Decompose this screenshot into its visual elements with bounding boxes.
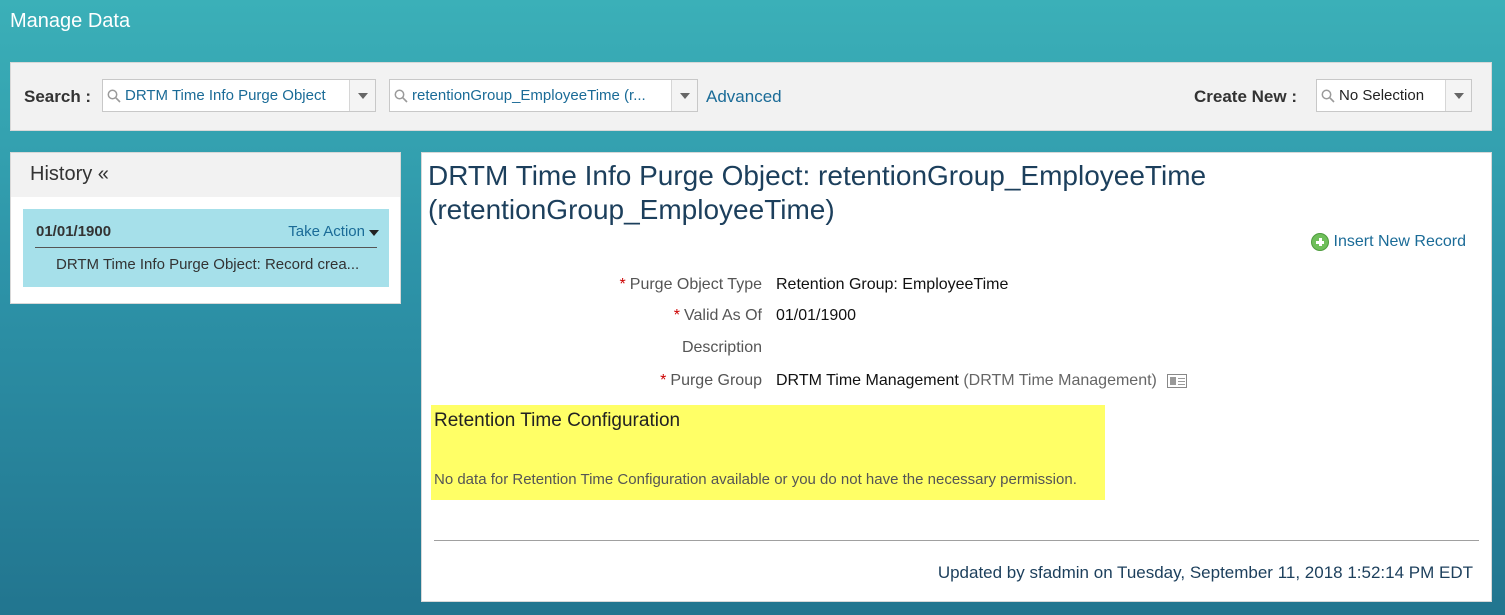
object-type-combobox[interactable]: DRTM Time Info Purge Object	[102, 79, 376, 112]
chevron-down-icon[interactable]	[349, 80, 375, 111]
history-header[interactable]: History «	[11, 153, 400, 197]
field-label: Description	[681, 339, 762, 356]
history-description: DRTM Time Info Purge Object: Record crea…	[56, 256, 360, 273]
history-date: 01/01/1900	[36, 223, 112, 240]
insert-new-record-label[interactable]: Insert New Record	[1334, 233, 1467, 251]
magnifier-icon	[1317, 80, 1339, 111]
magnifier-icon	[103, 80, 125, 111]
record-title: DRTM Time Info Purge Object: retentionGr…	[428, 160, 1207, 225]
field-label: * Valid As Of	[673, 307, 762, 324]
field-valid-as-of: * Valid As Of	[422, 307, 762, 329]
chevron-down-icon[interactable]	[671, 80, 697, 111]
take-action-label[interactable]: Take Action	[288, 223, 365, 240]
required-marker: *	[660, 372, 667, 389]
advanced-search-link[interactable]: Advanced	[706, 87, 782, 107]
object-combobox[interactable]: retentionGroup_EmployeeTime (r...	[389, 79, 698, 112]
object-input[interactable]: retentionGroup_EmployeeTime (r...	[412, 87, 671, 104]
purge-group-value: DRTM Time Management	[776, 372, 959, 389]
object-type-input[interactable]: DRTM Time Info Purge Object	[125, 87, 349, 104]
take-action-menu[interactable]: Take Action	[288, 223, 379, 240]
field-purge-group: * Purge Group	[422, 372, 762, 394]
field-description: Description	[422, 339, 762, 361]
create-new-input[interactable]: No Selection	[1339, 87, 1445, 104]
field-value-purge-group: DRTM Time Management (DRTM Time Manageme…	[776, 372, 1188, 390]
field-value-valid-as-of: 01/01/1900	[776, 307, 857, 324]
insert-new-record-button[interactable]: Insert New Record	[1310, 233, 1467, 251]
plus-circle-icon	[1310, 233, 1329, 251]
field-value-purge-object-type: Retention Group: EmployeeTime	[776, 276, 1009, 293]
history-panel: History « 01/01/1900 Take Action DRTM Ti…	[10, 152, 401, 304]
field-label: * Purge Group	[660, 372, 762, 389]
field-label: * Purge Object Type	[619, 276, 762, 293]
retention-title: Retention Time Configuration	[434, 410, 681, 431]
history-item[interactable]: 01/01/1900 Take Action DRTM Time Info Pu…	[23, 209, 389, 287]
chevron-down-icon[interactable]	[1445, 80, 1471, 111]
create-new-combobox[interactable]: No Selection	[1316, 79, 1472, 112]
search-label: Search :	[24, 87, 92, 106]
caret-down-icon[interactable]	[369, 229, 379, 236]
required-marker: *	[673, 307, 681, 324]
search-bar: Search : DRTM Time Info Purge Object ret…	[10, 62, 1492, 131]
updated-by-text: Updated by sfadmin on Tuesday, September…	[937, 563, 1473, 582]
required-marker: *	[619, 276, 626, 293]
field-purge-object-type: * Purge Object Type	[422, 276, 762, 298]
card-icon[interactable]	[1167, 373, 1188, 388]
page-title: Manage Data	[10, 10, 131, 32]
retention-time-configuration: Retention Time Configuration No data for…	[431, 405, 1105, 500]
record-panel: DRTM Time Info Purge Object: retentionGr…	[421, 152, 1492, 602]
magnifier-icon	[390, 80, 412, 111]
divider	[434, 540, 1479, 541]
divider	[35, 247, 377, 248]
retention-message: No data for Retention Time Configuration…	[434, 471, 1077, 488]
create-new-label: Create New :	[1194, 87, 1297, 106]
purge-group-subvalue: (DRTM Time Management)	[963, 372, 1157, 389]
